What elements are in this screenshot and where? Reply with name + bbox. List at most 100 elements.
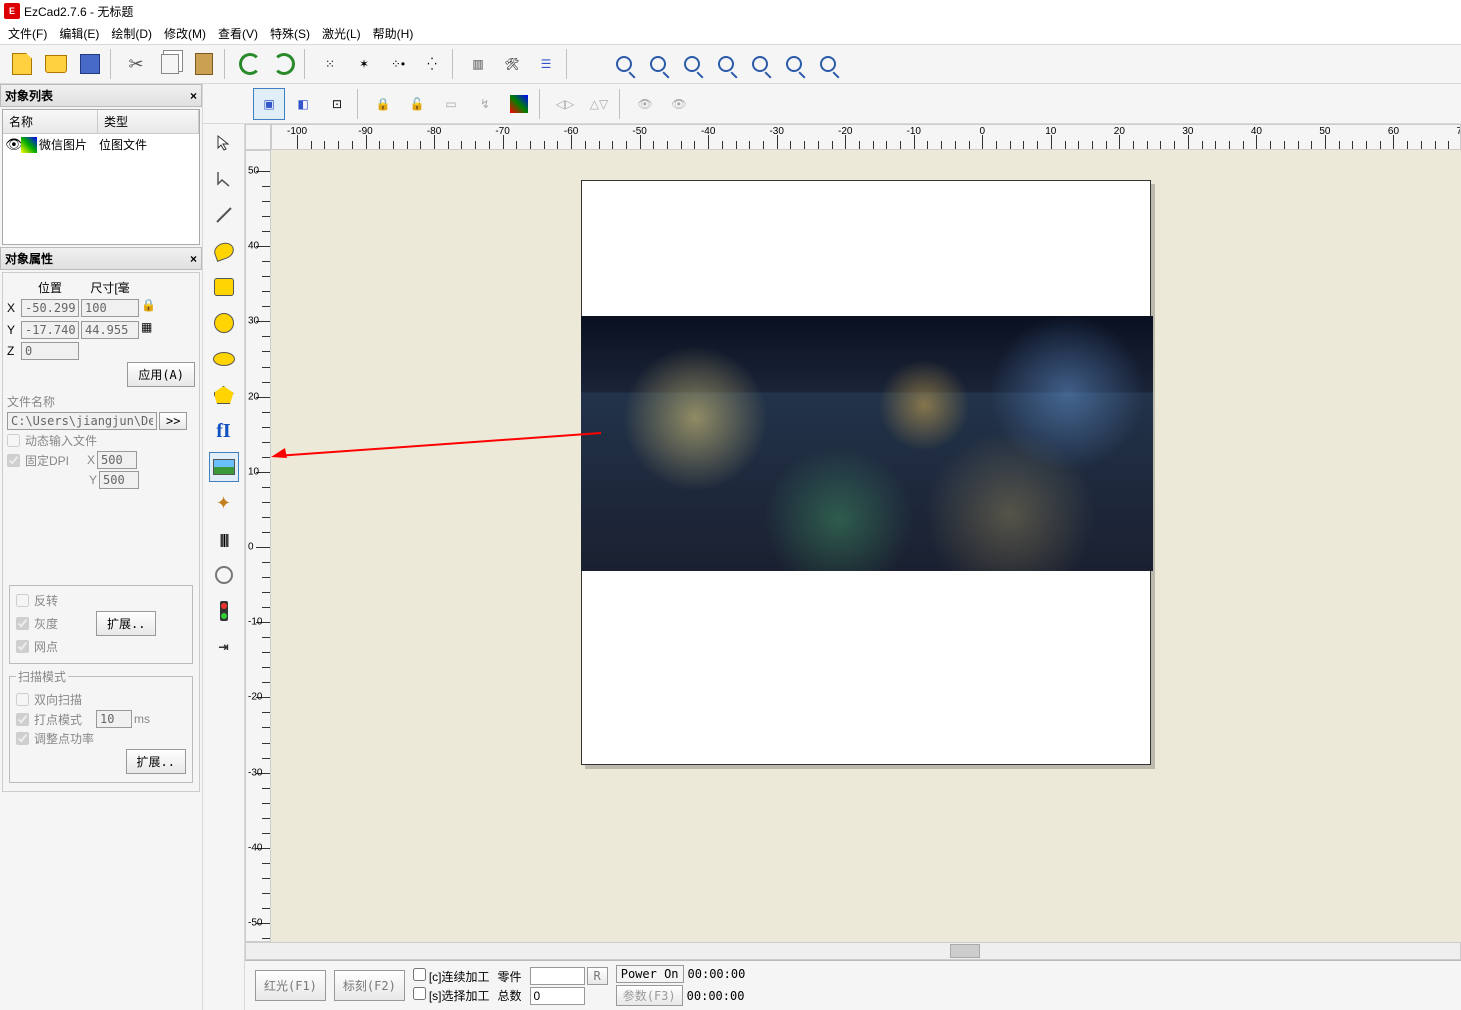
redo-button[interactable]	[268, 48, 300, 80]
curve-tool[interactable]	[209, 236, 239, 266]
barcode-tool[interactable]: |||||	[209, 524, 239, 554]
dots3-button[interactable]: ⁘•	[382, 48, 414, 80]
bitmap-object[interactable]	[581, 316, 1153, 571]
viewport[interactable]	[271, 150, 1461, 942]
fixed-dpi-checkbox[interactable]	[7, 454, 20, 467]
col-type[interactable]: 类型	[98, 110, 199, 133]
adjust-power-checkbox[interactable]	[16, 732, 29, 745]
lock-button[interactable]: 🔒	[367, 88, 399, 120]
zoom-page-button[interactable]	[812, 48, 844, 80]
size-h-input[interactable]	[81, 321, 139, 339]
select-tool3-button[interactable]: ⊡	[321, 88, 353, 120]
show2-button[interactable]: 👁	[663, 88, 695, 120]
menu-special[interactable]: 特殊(S)	[270, 25, 310, 42]
axis-button[interactable]: ↯	[469, 88, 501, 120]
pos-y-input[interactable]	[21, 321, 79, 339]
hatch-button[interactable]: ▥	[462, 48, 494, 80]
dots4-button[interactable]: ⁛	[416, 48, 448, 80]
filepath-input[interactable]	[7, 412, 157, 430]
settings-button[interactable]: 🛠	[496, 48, 528, 80]
circle-tool[interactable]	[209, 308, 239, 338]
copy-button[interactable]	[154, 48, 186, 80]
invert-checkbox[interactable]	[16, 594, 29, 607]
continuous-checkbox[interactable]	[413, 968, 426, 981]
paste-button[interactable]	[188, 48, 220, 80]
rect-tool[interactable]	[209, 272, 239, 302]
horizontal-scrollbar[interactable]	[245, 942, 1461, 960]
gray-checkbox[interactable]	[16, 617, 29, 630]
dot-checkbox[interactable]	[16, 640, 29, 653]
props-close-icon[interactable]: ×	[190, 252, 197, 266]
dpi-x-input[interactable]	[97, 451, 137, 469]
polygon-tool[interactable]	[209, 380, 239, 410]
total-input[interactable]	[530, 987, 585, 1005]
select-tool[interactable]	[209, 128, 239, 158]
node-tool[interactable]	[209, 164, 239, 194]
mark-button[interactable]: 标刻(F2)	[334, 970, 405, 1001]
pos-z-input[interactable]	[21, 342, 79, 360]
objlist-close-icon[interactable]: ×	[190, 89, 197, 103]
io-tool[interactable]	[209, 596, 239, 626]
text-tool[interactable]: fI	[209, 416, 239, 446]
col-name[interactable]: 名称	[3, 110, 98, 133]
bitmap-tool[interactable]	[209, 452, 239, 482]
new-button[interactable]	[6, 48, 38, 80]
menu-file[interactable]: 文件(F)	[8, 25, 47, 42]
lock-icon[interactable]: 🔒	[141, 298, 157, 318]
extend-tool[interactable]: ⇥	[209, 632, 239, 662]
zoom-plus-button[interactable]	[676, 48, 708, 80]
unlock-button[interactable]: 🔓	[401, 88, 433, 120]
zoom-button[interactable]	[608, 48, 640, 80]
menu-help[interactable]: 帮助(H)	[373, 25, 414, 42]
cut-button[interactable]: ✂	[120, 48, 152, 80]
apply-button[interactable]: 应用(A)	[127, 362, 195, 387]
layer-button[interactable]: ▭	[435, 88, 467, 120]
colors-button[interactable]	[503, 88, 535, 120]
menu-draw[interactable]: 绘制(D)	[111, 25, 152, 42]
mirror-h-button[interactable]: ◁▷	[549, 88, 581, 120]
list-button[interactable]: ☰	[530, 48, 562, 80]
dots2-button[interactable]: ✶	[348, 48, 380, 80]
menu-modify[interactable]: 修改(M)	[164, 25, 206, 42]
canvas-page[interactable]	[581, 180, 1151, 765]
menu-edit[interactable]: 编辑(E)	[59, 25, 99, 42]
select-proc-checkbox[interactable]	[413, 987, 426, 1000]
mirror-v-button[interactable]: △▽	[583, 88, 615, 120]
dotmode-value-input[interactable]	[96, 710, 132, 728]
zoom-all-button[interactable]	[744, 48, 776, 80]
window-titlebar: E EzCad2.7.6 - 无标题	[0, 0, 1461, 22]
select-all-button[interactable]: ▣	[253, 88, 285, 120]
image-expand-button[interactable]: 扩展..	[96, 611, 156, 636]
show1-button[interactable]: 👁	[629, 88, 661, 120]
objlist-row[interactable]: 👁 微信图片 位图文件	[3, 134, 199, 155]
r-button[interactable]: R	[587, 967, 608, 985]
undo-button[interactable]	[234, 48, 266, 80]
grid-icon[interactable]: ▦	[141, 320, 157, 340]
dotmode-checkbox[interactable]	[16, 713, 29, 726]
pos-x-input[interactable]	[21, 299, 79, 317]
bidir-checkbox[interactable]	[16, 693, 29, 706]
save-button[interactable]	[74, 48, 106, 80]
zoom-in-button[interactable]	[642, 48, 674, 80]
dots1-button[interactable]: ⁙	[314, 48, 346, 80]
ellipse-tool[interactable]	[209, 344, 239, 374]
zoom-sel-button[interactable]	[778, 48, 810, 80]
size-w-input[interactable]	[81, 299, 139, 317]
dynamic-input-checkbox[interactable]	[7, 434, 20, 447]
scan-expand-button[interactable]: 扩展..	[126, 749, 186, 774]
dpi-y-input[interactable]	[99, 471, 139, 489]
menu-laser[interactable]: 激光(L)	[322, 25, 361, 42]
vector-tool[interactable]: ✦	[209, 488, 239, 518]
select-tool2-button[interactable]: ◧	[287, 88, 319, 120]
line-tool[interactable]	[209, 200, 239, 230]
browse-button[interactable]: >>	[159, 412, 187, 430]
scrollbar-thumb[interactable]	[950, 944, 980, 958]
visibility-icon[interactable]: 👁	[5, 136, 21, 153]
timer-tool[interactable]	[209, 560, 239, 590]
red-light-button[interactable]: 红光(F1)	[255, 970, 326, 1001]
open-button[interactable]	[40, 48, 72, 80]
menu-view[interactable]: 查看(V)	[218, 25, 258, 42]
part-input[interactable]	[530, 967, 585, 985]
zoom-out-button[interactable]	[710, 48, 742, 80]
param-button[interactable]: 参数(F3)	[616, 985, 683, 1006]
